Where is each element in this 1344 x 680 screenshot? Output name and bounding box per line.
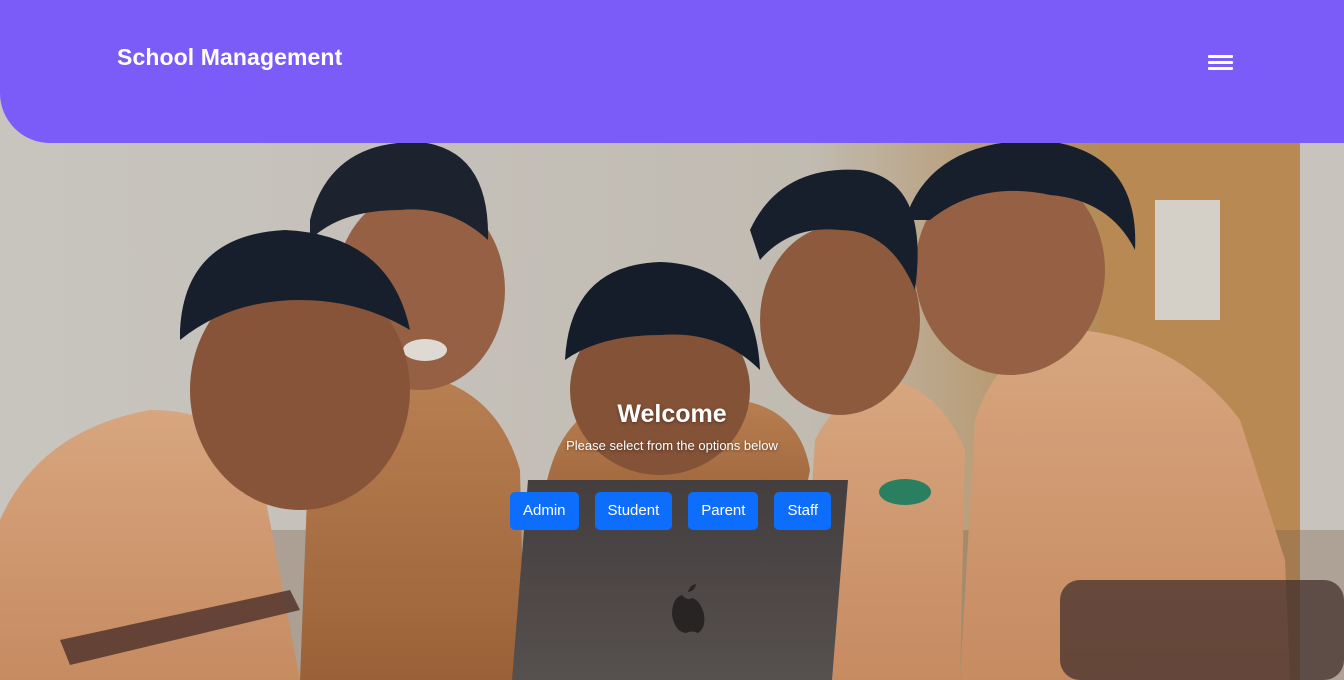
menu-bar-line bbox=[1208, 61, 1233, 64]
welcome-title: Welcome bbox=[617, 400, 727, 428]
top-navbar: School Management bbox=[0, 0, 1344, 143]
menu-bar-line bbox=[1208, 67, 1233, 70]
brand-title[interactable]: School Management bbox=[117, 44, 342, 71]
staff-button[interactable]: Staff bbox=[774, 492, 832, 530]
parent-button[interactable]: Parent bbox=[688, 492, 759, 530]
welcome-subtitle: Please select from the options below bbox=[566, 438, 778, 453]
menu-bar-line bbox=[1208, 55, 1233, 58]
hamburger-menu-icon[interactable] bbox=[1204, 50, 1236, 74]
page: School Management Welcome Please select … bbox=[0, 0, 1344, 680]
role-options: Admin Student Parent Staff bbox=[510, 492, 832, 530]
admin-button[interactable]: Admin bbox=[510, 492, 579, 530]
welcome-section: Welcome Please select from the options b… bbox=[0, 400, 1344, 453]
student-button[interactable]: Student bbox=[594, 492, 673, 530]
